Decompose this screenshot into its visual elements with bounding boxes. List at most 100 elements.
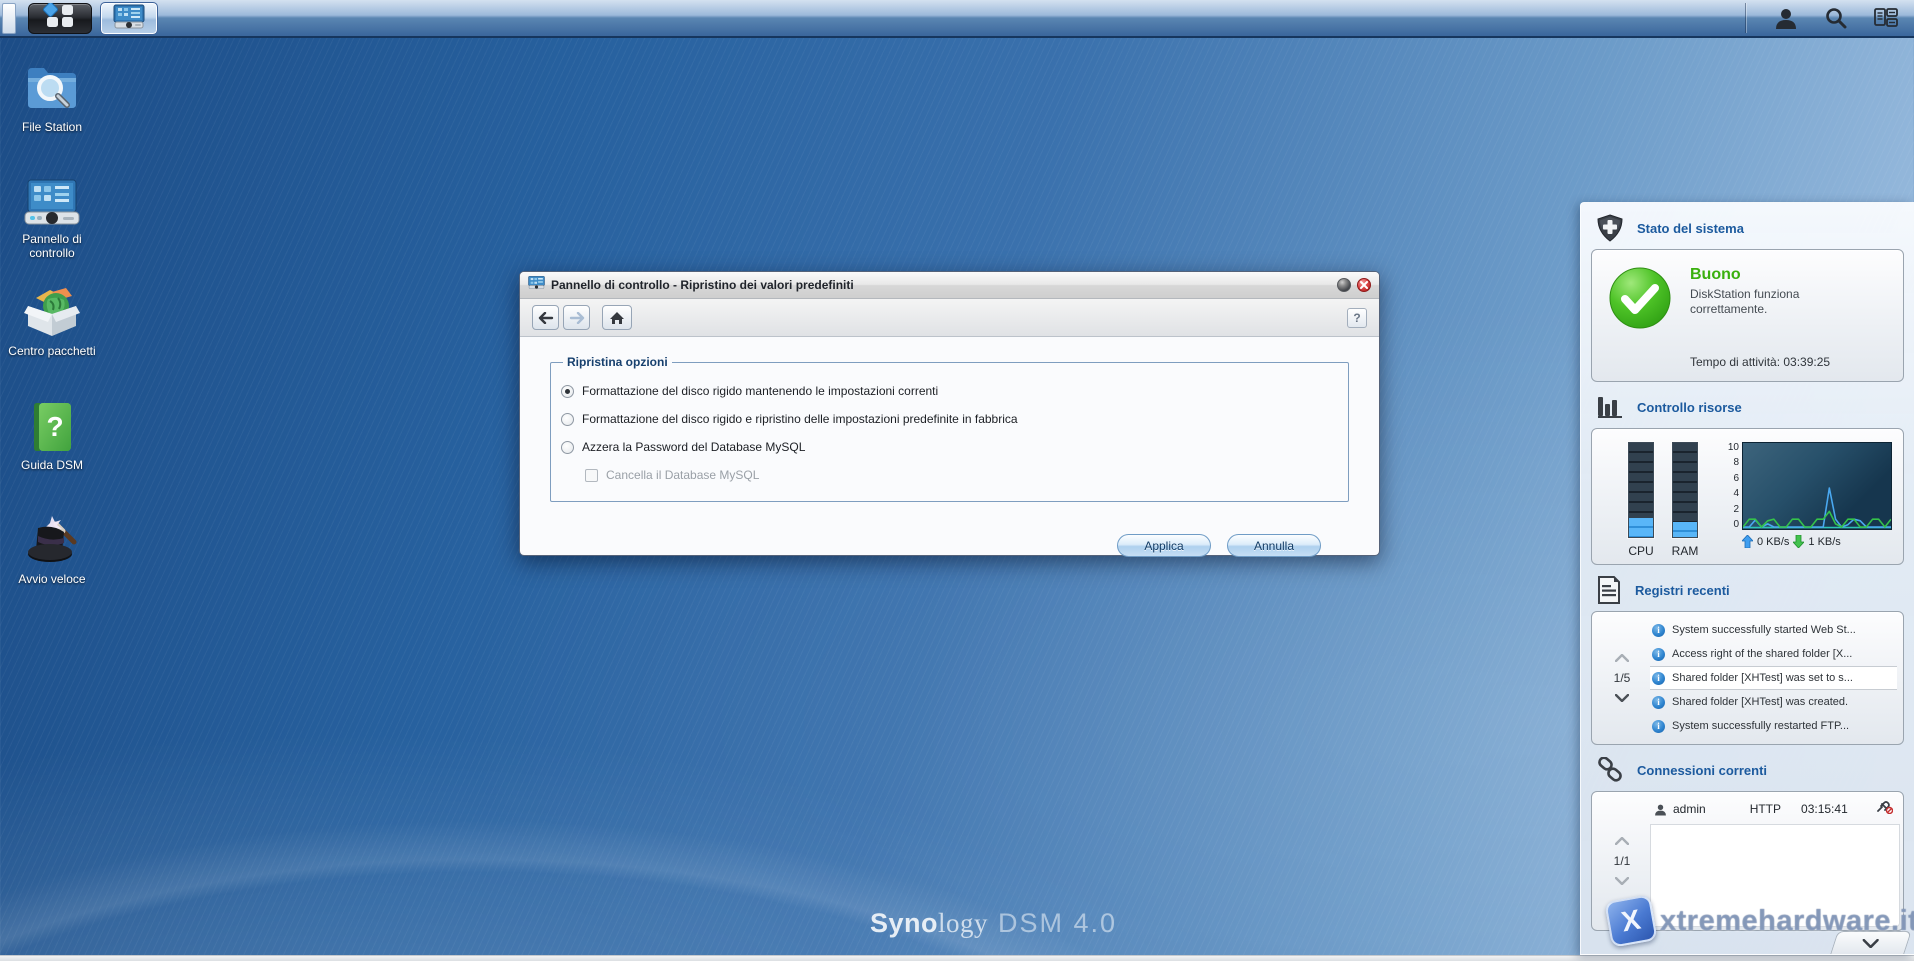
pilot-view-icon (1874, 8, 1898, 27)
desktop-icon-control-panel[interactable]: Pannello di controllo (6, 178, 98, 260)
cpu-label: CPU (1628, 544, 1654, 558)
log-text: Access right of the shared folder [X... (1672, 648, 1853, 660)
radio-option-format-factory-defaults[interactable]: Formattazione del disco rigido e riprist… (561, 405, 1334, 433)
radio-button[interactable] (561, 440, 574, 454)
logs-pager: 1/5 (1594, 616, 1650, 740)
y-tick: 8 (1733, 457, 1739, 469)
home-button[interactable] (602, 305, 632, 330)
synology-watermark: Synology DSM 4.0 (870, 908, 1117, 939)
disconnect-icon (1877, 801, 1894, 815)
radio-option-format-keep-settings[interactable]: Formattazione del disco rigido mantenend… (561, 377, 1334, 405)
forward-button[interactable] (563, 305, 590, 330)
widget-title: Stato del sistema (1637, 220, 1744, 236)
desktop-icon-dsm-help[interactable]: ? Guida DSM (6, 402, 98, 472)
log-row[interactable]: i Access right of the shared folder [X..… (1650, 642, 1897, 666)
page-up-icon[interactable] (1615, 654, 1629, 662)
search-button[interactable] (1822, 3, 1850, 33)
resource-monitor-header: Controllo risorse (1581, 382, 1914, 428)
dialog-body: Ripristina opzioni Formattazione del dis… (520, 355, 1379, 575)
file-station-icon (6, 62, 98, 114)
dialog-toolbar: ? (520, 299, 1379, 337)
page-down-icon[interactable] (1615, 877, 1629, 885)
logo-letter: X (1619, 903, 1643, 938)
radio-label: Formattazione del disco rigido e riprist… (582, 412, 1018, 426)
control-panel-icon (113, 4, 145, 34)
desktop-icon-file-station[interactable]: File Station (6, 62, 98, 134)
ram-label: RAM (1671, 544, 1699, 558)
radio-label: Formattazione del disco rigido mantenend… (582, 384, 939, 398)
desktop-icon-label: Pannello di controllo (22, 232, 82, 260)
bar-chart-icon (1598, 397, 1622, 418)
cancel-button[interactable]: Annulla (1227, 534, 1321, 557)
minimize-button[interactable] (1337, 278, 1351, 292)
pilot-view-button[interactable] (1872, 3, 1900, 33)
show-desktop-button[interactable] (2, 3, 16, 34)
desktop-icon-label: Guida DSM (20, 458, 84, 472)
widget-panel: Stato del sistema Buono DiskStation funz… (1580, 202, 1914, 955)
log-row[interactable]: i Shared folder [XHTest] was created. (1650, 690, 1897, 714)
connections-page-indicator: 1/1 (1613, 854, 1631, 868)
y-tick: 10 (1727, 442, 1739, 453)
checkbox[interactable] (585, 468, 598, 482)
info-icon: i (1652, 695, 1665, 709)
taskbar-separator (1745, 3, 1746, 33)
taskbar-right-area (1745, 0, 1908, 36)
control-panel-icon (6, 178, 98, 226)
log-text: Shared folder [XHTest] was set to s... (1672, 672, 1853, 684)
desktop-icon-label: Avvio veloce (18, 572, 86, 586)
desktop-icon-quick-start[interactable]: Avvio veloce (6, 512, 98, 586)
widget-title: Connessioni correnti (1637, 762, 1768, 778)
info-icon: i (1652, 623, 1665, 637)
brand-text-bold: Syno (870, 908, 939, 938)
logs-page-indicator: 1/5 (1613, 671, 1631, 685)
package-center-icon (6, 284, 98, 338)
help-button[interactable]: ? (1347, 307, 1367, 328)
logs-list: i System successfully started Web St... … (1650, 616, 1901, 740)
connection-row[interactable]: admin HTTP 03:15:41 (1650, 794, 1901, 824)
home-icon (610, 311, 624, 324)
connection-time: 03:15:41 (1801, 802, 1848, 816)
xtremehardware-logo: X (1604, 894, 1658, 948)
dialog-footer: Applica Annulla (1117, 534, 1321, 557)
checkbox-clear-mysql-database[interactable]: Cancella il Database MySQL (585, 461, 1334, 489)
link-icon (1598, 757, 1622, 782)
y-tick: 0 (1733, 518, 1739, 530)
resource-monitor-card: CPU RAM 10 8 6 4 2 0 0 KB/s 1 KB/s (1591, 428, 1904, 565)
upload-arrow-icon (1742, 535, 1753, 548)
log-text: System successfully started Web St... (1672, 624, 1856, 636)
system-status-card: Buono DiskStation funziona correttamente… (1591, 249, 1904, 382)
close-button[interactable] (1357, 278, 1371, 292)
status-uptime: Tempo di attività: 03:39:25 (1690, 355, 1831, 369)
main-menu-button[interactable] (28, 2, 92, 34)
download-value: 1 KB/s (1808, 535, 1841, 548)
ram-meter: RAM (1668, 442, 1702, 558)
back-button[interactable] (532, 305, 559, 330)
taskbar-item-control-panel[interactable] (100, 2, 158, 35)
ram-meter-fill (1673, 521, 1697, 537)
y-tick: 4 (1733, 488, 1739, 500)
desktop-icon-label: File Station (21, 120, 83, 134)
user-icon (1655, 804, 1666, 815)
radio-button[interactable] (561, 384, 574, 398)
disconnect-button[interactable] (1877, 801, 1894, 817)
log-row[interactable]: i System successfully started Web St... (1650, 618, 1897, 642)
page-up-icon[interactable] (1615, 837, 1629, 845)
user-menu-button[interactable] (1772, 3, 1800, 33)
network-legend: 0 KB/s 1 KB/s (1742, 535, 1892, 548)
log-row[interactable]: i System successfully restarted FTP... (1650, 714, 1897, 738)
radio-option-reset-mysql-password[interactable]: Azzera la Password del Database MySQL (561, 433, 1334, 461)
apply-button[interactable]: Applica (1117, 534, 1211, 557)
radio-button[interactable] (561, 412, 574, 426)
quick-start-icon (6, 512, 98, 566)
y-tick: 6 (1733, 472, 1739, 484)
log-text: System successfully restarted FTP... (1672, 720, 1850, 732)
user-icon (1776, 9, 1796, 29)
recent-logs-header: Registri recenti (1581, 565, 1914, 611)
connection-user: admin (1673, 802, 1706, 816)
log-row-selected[interactable]: i Shared folder [XHTest] was set to s... (1650, 666, 1897, 690)
document-icon (1598, 576, 1620, 604)
page-down-icon[interactable] (1615, 694, 1629, 702)
dialog-titlebar[interactable]: Pannello di controllo - Ripristino dei v… (520, 272, 1379, 299)
desktop-icon-package-center[interactable]: Centro pacchetti (6, 284, 98, 358)
recent-logs-card: 1/5 i System successfully started Web St… (1591, 611, 1904, 745)
